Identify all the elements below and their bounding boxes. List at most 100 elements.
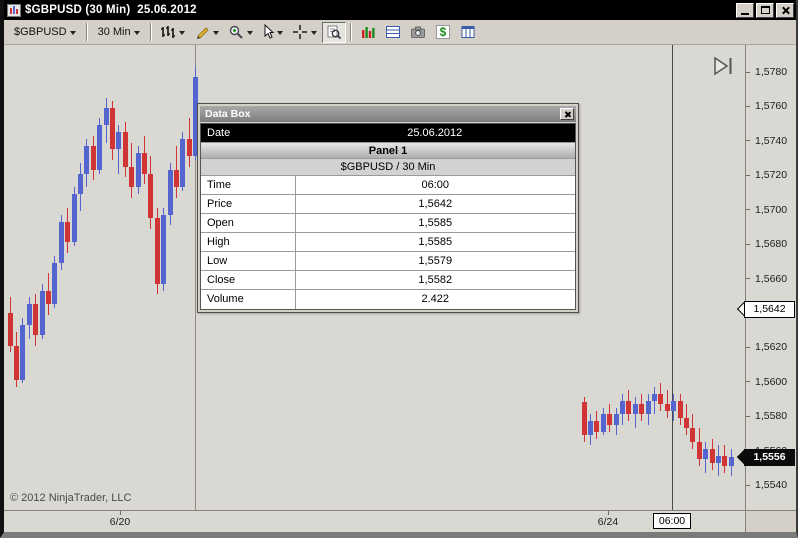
databox-date-row: Date 25.06.2012 [201, 124, 575, 143]
snapshot-button[interactable] [406, 22, 430, 43]
bar-body [709, 448, 715, 463]
price-tick-label: 1,5580 [755, 410, 788, 423]
field-value: 1,5642 [294, 195, 576, 213]
columns-icon [461, 26, 475, 38]
bar-body [594, 421, 600, 432]
crosshair-icon [292, 25, 307, 39]
app-icon [7, 3, 21, 17]
crosshair-price-marker: 1,5642 [736, 300, 796, 318]
cursor-button[interactable] [258, 22, 287, 43]
grid-button[interactable] [381, 22, 405, 43]
bar-body [39, 290, 45, 336]
chevron-down-icon [212, 30, 219, 35]
bar-body [683, 417, 689, 429]
price-tick [746, 278, 750, 279]
databox-field-row: Volume 2.422 [201, 290, 575, 309]
bar-body [632, 404, 638, 415]
bar-body [607, 414, 613, 425]
databox-instrument-header: $GBPUSD / 30 Min [201, 159, 575, 176]
bar-body [90, 145, 96, 171]
interval-label: 30 Min [97, 26, 131, 38]
chart-style-button[interactable] [156, 22, 189, 43]
databox-field-row: Low 1,5579 [201, 252, 575, 271]
databox-title: Data Box [205, 108, 251, 120]
databox-field-row: Open 1,5585 [201, 214, 575, 233]
field-value: 1,5585 [294, 214, 576, 232]
bar-body [13, 345, 19, 381]
chevron-down-icon [246, 30, 253, 35]
columns-button[interactable] [456, 22, 480, 43]
price-tick-label: 1,5740 [755, 134, 788, 147]
dollar-icon: $ [435, 25, 450, 39]
field-value: 1,5585 [294, 233, 576, 251]
bar-body [587, 421, 593, 436]
data-box-button[interactable] [321, 21, 346, 43]
time-axis[interactable]: 6/20 6/24 06:00 [4, 510, 745, 532]
minimize-button[interactable] [736, 2, 754, 18]
title-bar[interactable]: $GBPUSD (30 Min) 25.06.2012 [4, 0, 796, 20]
interval-dropdown[interactable]: 30 Min [92, 22, 146, 43]
bar-body [161, 214, 167, 284]
bar-body [715, 455, 721, 463]
bar-body [581, 402, 587, 436]
price-tick [746, 381, 750, 383]
zoom-button[interactable] [224, 22, 257, 43]
window-title: $GBPUSD (30 Min) 25.06.2012 [25, 4, 197, 16]
drawing-tools-button[interactable] [190, 22, 223, 43]
maximize-button[interactable] [756, 2, 774, 18]
close-button[interactable] [776, 2, 794, 18]
bar-body [664, 404, 670, 411]
price-tick [746, 71, 750, 73]
bar-body [619, 400, 625, 415]
minimize-icon [741, 13, 749, 15]
field-label: Volume [207, 293, 244, 305]
bar-body [696, 441, 702, 460]
bar-body [690, 428, 696, 442]
bar-wick [653, 386, 655, 415]
databox-titlebar[interactable]: Data Box [200, 106, 576, 122]
bar-body [58, 221, 64, 263]
chevron-down-icon [133, 30, 140, 35]
marker-price-label: 1,5642 [744, 300, 795, 318]
date-value: 25.06.2012 [407, 127, 463, 139]
price-tick-label: 1,5760 [755, 100, 788, 113]
bar-body [77, 173, 83, 195]
bars-red-green-icon [361, 27, 375, 38]
bar-body [148, 173, 154, 219]
go-to-end-icon[interactable] [711, 55, 737, 77]
crosshair-button[interactable] [288, 22, 321, 43]
databox-table: Date 25.06.2012 Panel 1 $GBPUSD / 30 Min… [200, 123, 576, 310]
bar-body [45, 290, 51, 305]
crosshair-vline [672, 45, 673, 510]
bar-body [722, 455, 728, 467]
bar-body [129, 166, 135, 188]
databox-panel-header: Panel 1 [201, 143, 575, 159]
price-tick-label: 1,5600 [755, 375, 788, 388]
field-label: Open [207, 217, 234, 229]
bar-body [180, 139, 186, 188]
field-value: 06:00 [294, 176, 576, 194]
field-label: Time [207, 179, 232, 191]
instrument-dropdown[interactable]: $GBPUSD [8, 22, 82, 43]
price-axis[interactable]: 1,5780 1,5760 1,5740 1,5720 1,5700 1,5680 1,56… [745, 45, 796, 510]
databox-field-row: High 1,5585 [201, 233, 575, 252]
time-axis-tick [608, 511, 609, 515]
toolbar-separator [349, 23, 352, 41]
field-label: Low [207, 255, 228, 267]
chart-panel-button[interactable] [356, 22, 380, 43]
price-tick-label: 1,5540 [755, 479, 788, 491]
copyright-label: © 2012 NinjaTrader, LLC [10, 492, 132, 504]
axis-corner [745, 510, 796, 532]
field-value: 2.422 [294, 290, 576, 309]
magnifier-plus-icon [229, 25, 243, 39]
instrument-label: $GBPUSD [14, 26, 67, 38]
price-tick [746, 209, 750, 211]
bar-body [84, 145, 90, 174]
databox-close-button[interactable] [560, 108, 574, 120]
bar-body [154, 218, 160, 284]
account-button[interactable]: $ [431, 22, 455, 43]
price-tick [746, 105, 750, 107]
price-tick-label: 1,5700 [755, 203, 788, 216]
toolbar-separator [85, 23, 88, 41]
databox-field-row: Time 06:00 [201, 176, 575, 195]
